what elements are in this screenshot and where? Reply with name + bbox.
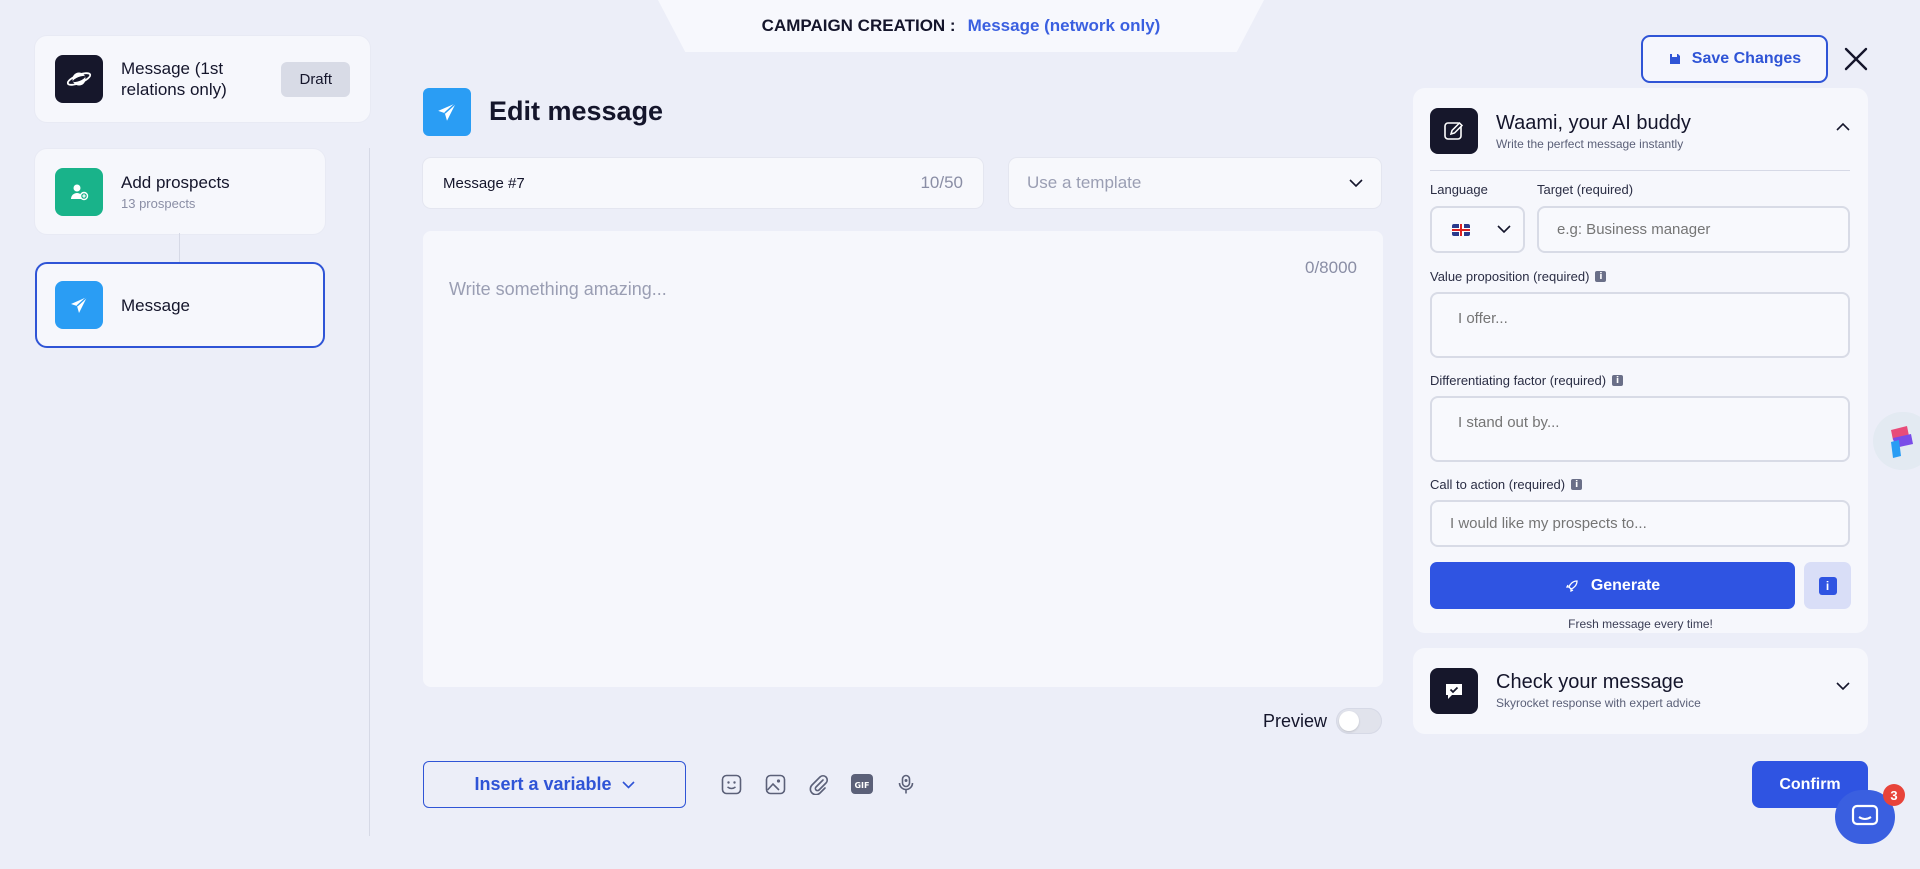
differentiating-factor-label: Differentiating factor (required) i xyxy=(1430,373,1624,388)
info-icon: i xyxy=(1818,576,1837,595)
status-badge: Draft xyxy=(281,61,350,97)
rocket-icon xyxy=(1565,579,1578,592)
check-message-subtitle: Skyrocket response with expert advice xyxy=(1496,696,1701,710)
value-proposition-label: Value proposition (required) i xyxy=(1430,269,1607,284)
differentiating-factor-input[interactable] xyxy=(1430,396,1850,462)
extension-widget-icon[interactable] xyxy=(1873,412,1920,470)
message-body-counter: 0/8000 xyxy=(1305,258,1357,277)
target-input[interactable] xyxy=(1537,206,1850,253)
svg-text:GIF: GIF xyxy=(854,781,869,790)
attachment-icon[interactable] xyxy=(807,773,829,795)
divider xyxy=(369,148,370,836)
chat-icon xyxy=(1851,804,1879,826)
language-select[interactable] xyxy=(1430,206,1525,253)
edit-icon xyxy=(1430,108,1478,154)
insert-variable-label: Insert a variable xyxy=(474,774,612,794)
template-placeholder: Use a template xyxy=(1027,173,1142,192)
add-user-icon xyxy=(55,167,103,216)
fresh-message-note: Fresh message every time! xyxy=(1568,617,1713,631)
insert-variable-button[interactable]: Insert a variable xyxy=(423,761,686,808)
send-icon xyxy=(423,88,471,136)
chevron-down-icon xyxy=(1349,178,1363,187)
value-proposition-label-text: Value proposition (required) xyxy=(1430,269,1590,284)
check-message-title: Check your message xyxy=(1496,671,1684,693)
preview-label: Preview xyxy=(1263,711,1328,731)
info-icon[interactable]: i xyxy=(1595,271,1607,282)
send-icon xyxy=(55,281,103,329)
generate-button[interactable]: Generate xyxy=(1430,562,1795,609)
call-to-action-label: Call to action (required) i xyxy=(1430,477,1583,492)
step-card-message-1st[interactable]: Message (1st relations only) Draft xyxy=(35,36,370,122)
step-title: Message xyxy=(121,295,190,315)
save-changes-button[interactable]: Save Changes xyxy=(1641,35,1828,83)
ai-panel-subtitle: Write the perfect message instantly xyxy=(1496,137,1684,151)
info-icon[interactable]: i xyxy=(1571,479,1583,490)
differentiating-factor-label-text: Differentiating factor (required) xyxy=(1430,373,1607,388)
uk-flag-icon xyxy=(1452,223,1470,236)
chevron-down-icon xyxy=(1497,225,1511,234)
template-select[interactable]: Use a template xyxy=(1009,158,1381,208)
checked-message-icon xyxy=(1430,668,1478,714)
message-name-value: Message #7 xyxy=(443,174,525,192)
page-title: Edit message xyxy=(489,96,664,126)
microphone-icon[interactable] xyxy=(895,773,917,795)
message-name-counter: 10/50 xyxy=(920,173,963,192)
message-body-textarea[interactable]: 0/8000 Write something amazing... xyxy=(423,231,1383,687)
planet-icon xyxy=(55,55,103,103)
banner-campaign-type: Message (network only) xyxy=(967,16,1161,35)
ai-panel-title: Waami, your AI buddy xyxy=(1496,112,1691,134)
target-label: Target (required) xyxy=(1537,182,1634,197)
call-to-action-input[interactable] xyxy=(1430,500,1850,547)
step-card-message[interactable]: Message xyxy=(35,262,325,348)
close-icon[interactable] xyxy=(1843,46,1869,72)
check-message-panel[interactable]: Check your message Skyrocket response wi… xyxy=(1413,648,1868,734)
step-subtitle: 13 prospects xyxy=(121,196,196,211)
call-to-action-label-text: Call to action (required) xyxy=(1430,477,1566,492)
chevron-down-icon xyxy=(621,780,635,789)
value-proposition-input[interactable] xyxy=(1430,292,1850,358)
info-icon[interactable]: i xyxy=(1612,375,1624,386)
toggle-knob xyxy=(1339,711,1359,731)
step-title: Message (1st relations only) xyxy=(121,59,227,99)
save-icon xyxy=(1669,54,1680,64)
generate-label: Generate xyxy=(1590,576,1661,594)
ai-assistant-panel: Waami, your AI buddy Write the perfect m… xyxy=(1413,88,1868,633)
divider xyxy=(1430,170,1850,171)
emoji-icon[interactable] xyxy=(720,773,742,795)
chevron-up-icon[interactable] xyxy=(1836,122,1850,131)
language-label: Language xyxy=(1430,182,1488,197)
step-card-add-prospects[interactable]: Add prospects 13 prospects xyxy=(35,149,325,234)
step-connector xyxy=(179,233,180,263)
chevron-down-icon[interactable] xyxy=(1836,682,1850,691)
generate-info-button[interactable]: i xyxy=(1804,562,1851,609)
gif-icon[interactable]: GIF xyxy=(851,773,873,795)
message-body-placeholder: Write something amazing... xyxy=(449,279,667,299)
banner-prefix: CAMPAIGN CREATION : xyxy=(761,16,956,35)
campaign-banner: CAMPAIGN CREATION : Message (network onl… xyxy=(658,0,1264,52)
preview-toggle[interactable] xyxy=(1336,708,1382,734)
save-changes-label: Save Changes xyxy=(1691,50,1802,67)
image-icon[interactable] xyxy=(764,773,786,795)
notification-badge: 3 xyxy=(1883,784,1905,806)
message-name-input[interactable]: Message #7 10/50 xyxy=(423,158,983,208)
step-title: Add prospects xyxy=(121,173,230,192)
